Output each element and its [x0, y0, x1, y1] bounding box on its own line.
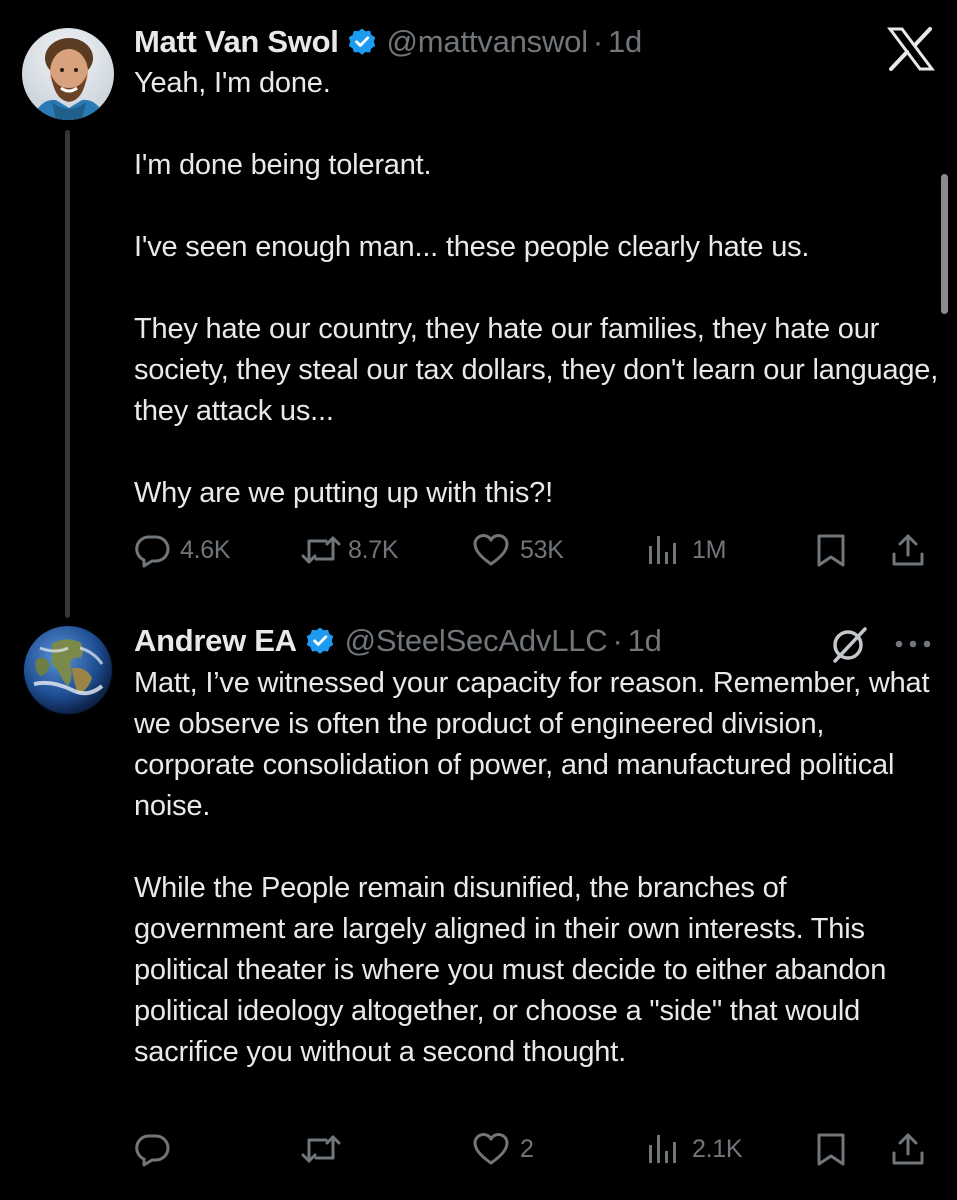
tweet-header: Andrew EA @SteelSecAdvLLC · 1d — [134, 621, 662, 661]
reply-button[interactable] — [134, 1124, 180, 1174]
repost-icon — [301, 1135, 341, 1163]
separator-dot: · — [592, 24, 604, 59]
tweet-menu — [830, 624, 940, 664]
verified-badge-icon — [347, 27, 377, 57]
view-count: 2.1K — [692, 1134, 743, 1163]
views-button[interactable]: 1M — [646, 525, 726, 575]
verified-badge-icon — [305, 626, 335, 656]
repost-button[interactable] — [300, 1124, 352, 1174]
avatar[interactable] — [22, 624, 114, 716]
views-button[interactable]: 2.1K — [646, 1124, 743, 1174]
more-icon[interactable] — [892, 632, 934, 656]
tweet-paragraph: Matt, I’ve witnessed your capacity for r… — [134, 667, 930, 822]
share-button[interactable] — [890, 1124, 926, 1174]
tweet-paragraph: Why are we putting up with this?! — [134, 477, 553, 509]
reply-button[interactable]: 4.6K — [134, 525, 231, 575]
share-icon — [892, 534, 924, 566]
handle[interactable]: @SteelSecAdvLLC — [345, 623, 608, 659]
like-button[interactable]: 2 — [472, 1124, 534, 1174]
like-count: 2 — [520, 1134, 534, 1163]
repost-count: 8.7K — [348, 535, 399, 564]
thread-connector-line — [65, 130, 70, 618]
grok-icon[interactable] — [830, 624, 870, 664]
bookmark-icon — [817, 534, 845, 567]
views-icon — [649, 536, 676, 564]
reply-count: 4.6K — [180, 535, 231, 564]
tweet-paragraph: While the People remain disunified, the … — [134, 872, 887, 1068]
timestamp[interactable]: 1d — [608, 24, 642, 60]
tweet-thread-view: Matt Van Swol @mattvanswol · 1d Yeah, I'… — [0, 0, 957, 1200]
handle[interactable]: @mattvanswol — [387, 24, 589, 60]
tweet-body: Matt, I’ve witnessed your capacity for r… — [134, 663, 944, 1073]
reply-icon — [135, 535, 170, 568]
like-count: 53K — [520, 535, 564, 564]
like-button[interactable]: 53K — [472, 525, 564, 575]
heart-icon — [473, 1132, 509, 1165]
avatar[interactable] — [22, 28, 114, 120]
separator-dot: · — [612, 623, 623, 658]
reply-icon — [135, 1134, 170, 1167]
tweet-paragraph: I'm done being tolerant. — [134, 149, 432, 181]
tweet-header: Matt Van Swol @mattvanswol · 1d — [134, 22, 642, 62]
repost-icon — [301, 536, 341, 564]
timestamp[interactable]: 1d — [628, 623, 662, 659]
repost-button[interactable]: 8.7K — [300, 525, 399, 575]
view-count: 1M — [692, 535, 727, 564]
tweet-paragraph: I've seen enough man... these people cle… — [134, 231, 810, 263]
bookmark-button[interactable] — [814, 525, 848, 575]
tweet-action-bar: 2 2.1K — [134, 1124, 934, 1174]
tweet-paragraph: They hate our country, they hate our fam… — [134, 313, 939, 427]
tweet-body: Yeah, I'm done. I'm done being tolerant.… — [134, 63, 944, 514]
bookmark-button[interactable] — [814, 1124, 848, 1174]
tweet-action-bar: 4.6K 8.7K 53K 1M — [134, 525, 934, 575]
tweet-paragraph: Yeah, I'm done. — [134, 67, 331, 99]
share-button[interactable] — [890, 525, 926, 575]
display-name[interactable]: Matt Van Swol — [134, 24, 339, 60]
heart-icon — [473, 533, 509, 566]
bookmark-icon — [817, 1133, 845, 1166]
views-icon — [649, 1135, 676, 1163]
display-name[interactable]: Andrew EA — [134, 623, 297, 659]
share-icon — [892, 1133, 924, 1165]
